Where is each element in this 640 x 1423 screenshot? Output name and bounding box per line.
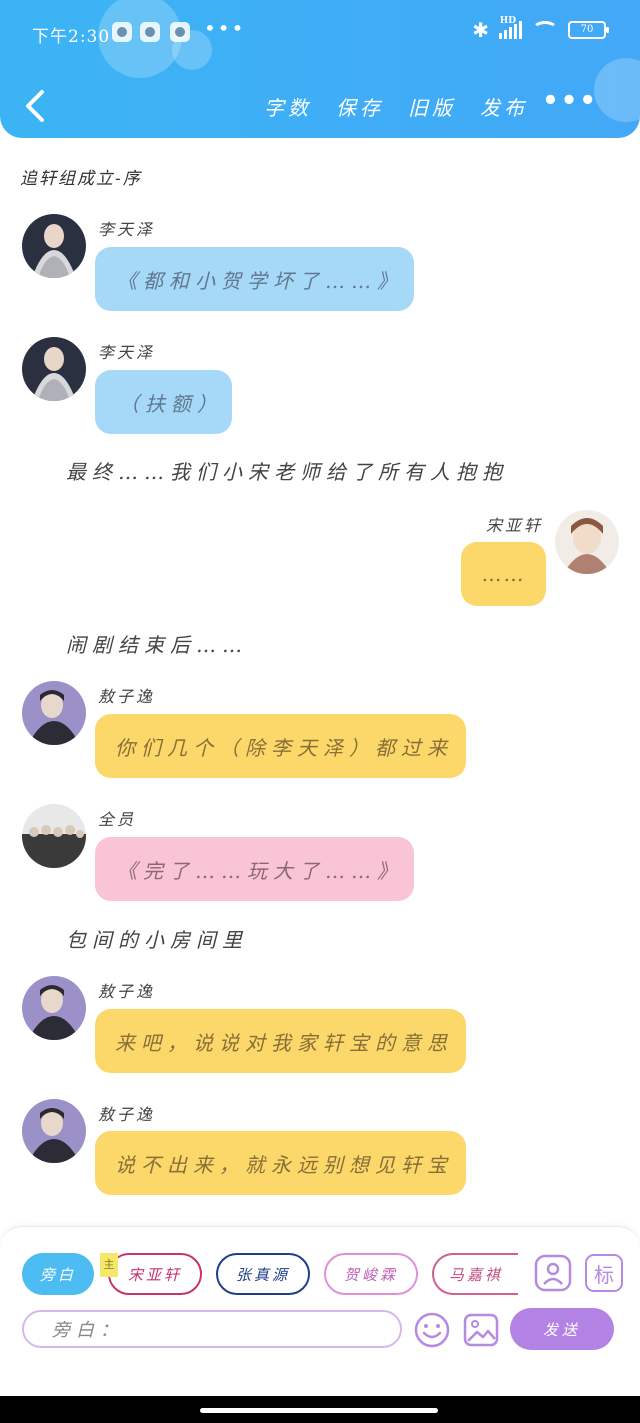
back-button[interactable] [22,88,50,124]
chat-title: 追轩组成立-序 [20,169,142,189]
sender-name: 李天泽 [98,220,156,239]
send-button[interactable]: 发送 [510,1308,614,1350]
message-bubble: （扶额） [95,370,232,434]
message-text: （扶额） [119,391,223,416]
main-character-tag: 主 [100,1253,118,1277]
sender-name: 敖子逸 [98,982,156,1001]
narration-text: 闹剧结束后…… [66,633,248,657]
more-options-button[interactable]: ••• [542,86,598,116]
narration-text: 包间的小房间里 [66,928,248,952]
emoji-button[interactable] [413,1311,451,1349]
tag-button[interactable]: 标 [585,1254,623,1292]
role-manage-button[interactable] [534,1254,572,1292]
status-time: 下午2:30 [32,27,111,47]
message-text: 《都和小贺学坏了……》 [117,268,403,293]
message-text: 《完了……玩大了……》 [117,858,403,883]
send-label: 发送 [542,1320,581,1339]
message-bubble: 说不出来，就永远别想见轩宝 [95,1131,466,1195]
avatar[interactable] [555,510,619,574]
decor-bubble [594,58,640,122]
word-count-button[interactable]: 字数 [264,92,312,121]
avatar[interactable] [22,214,86,278]
message-bubble: 《完了……玩大了……》 [95,837,414,901]
role-label: 宋亚轩 [127,1265,182,1284]
wifi-icon [532,21,558,39]
sender-name: 敖子逸 [98,687,156,706]
role-label: 旁白 [39,1265,76,1284]
chevron-left-icon [26,90,44,122]
battery-level: 70 [580,24,594,35]
notification-app-icon [140,22,160,42]
message-bubble: …… [461,542,546,606]
role-chip-ma-jiaqi[interactable]: 马嘉祺 [432,1253,518,1295]
tag-label: 标 [594,1262,614,1287]
status-bar: 下午2:30 ••• HD ✱ 70 [0,14,640,50]
message-bubble: 来吧，说说对我家轩宝的意思 [95,1009,466,1073]
role-label: 贺峻霖 [343,1265,398,1284]
message-text: 说不出来，就永远别想见轩宝 [115,1152,453,1177]
notification-app-icon [170,22,190,42]
avatar[interactable] [22,681,86,745]
role-chip-song-yaxuan[interactable]: 宋亚轩 [108,1253,202,1295]
avatar[interactable] [22,1099,86,1163]
sender-name: 李天泽 [98,343,156,362]
message-input[interactable]: 旁白： [22,1310,402,1348]
notification-app-icon [112,22,132,42]
app-header: 下午2:30 ••• HD ✱ 70 字数 保存 旧版 发布 ••• [0,0,640,138]
role-chip-narrator[interactable]: 旁白 [22,1253,94,1295]
image-button[interactable] [462,1311,500,1349]
avatar[interactable] [22,976,86,1040]
image-icon [463,1313,499,1347]
message-bubble: 你们几个（除李天泽）都过来 [95,714,466,778]
sender-name: 宋亚轩 [486,516,544,535]
message-text: 你们几个（除李天泽）都过来 [115,735,453,760]
role-label: 马嘉祺 [448,1265,503,1284]
message-text: 来吧，说说对我家轩宝的意思 [115,1030,453,1055]
header-toolbar: 字数 保存 旧版 发布 [264,92,528,121]
input-role-prefix: 旁白： [52,1320,124,1341]
avatar[interactable] [22,804,86,868]
role-label: 张真源 [235,1265,290,1284]
status-more: ••• [204,16,246,40]
battery-icon: 70 [568,21,609,39]
bluetooth-icon: ✱ [472,18,489,42]
old-version-button[interactable]: 旧版 [408,92,456,121]
role-chip-zhang-zhenyuan[interactable]: 张真源 [216,1253,310,1295]
sender-name: 全员 [98,810,137,829]
avatar[interactable] [22,337,86,401]
role-chip-he-junlin[interactable]: 贺峻霖 [324,1253,418,1295]
smile-icon [414,1312,450,1348]
message-bubble: 《都和小贺学坏了……》 [95,247,414,311]
publish-button[interactable]: 发布 [480,92,528,121]
narration-text: 最终……我们小宋老师给了所有人抱抱 [66,460,508,484]
message-text: …… [481,562,526,586]
signal-icon [499,21,522,39]
save-button[interactable]: 保存 [336,92,384,121]
person-card-icon [534,1254,572,1292]
sender-name: 敖子逸 [98,1105,156,1124]
home-indicator[interactable] [200,1408,438,1413]
